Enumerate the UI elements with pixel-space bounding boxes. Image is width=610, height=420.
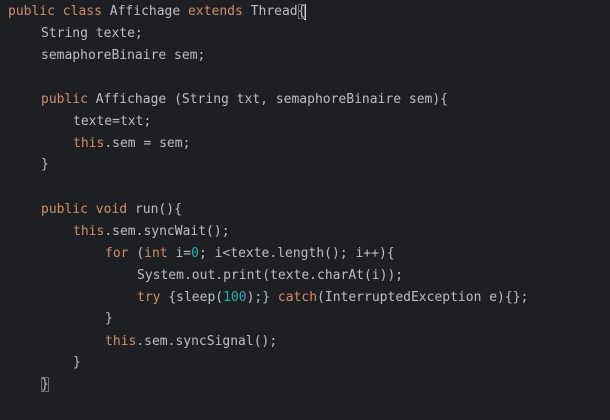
- code-text: ; i<texte.length(); i++){: [198, 246, 395, 261]
- keyword: public: [8, 4, 55, 19]
- code-line-12[interactable]: for (int i=0; i<texte.length(); i++){: [105, 243, 395, 265]
- class-name: Affichage: [109, 4, 181, 19]
- code-line-1[interactable]: public class Affichage extends Thread{: [8, 1, 307, 23]
- keyword: this: [105, 334, 137, 349]
- code-text: run(){: [134, 202, 182, 217]
- keyword: extends: [188, 4, 243, 19]
- keyword: public: [41, 202, 88, 217]
- keyword: this: [73, 224, 105, 239]
- code-text: );}: [246, 290, 271, 305]
- keyword: try: [137, 290, 161, 305]
- code-text: }: [41, 157, 49, 172]
- code-text: .sem.syncWait();: [104, 224, 230, 239]
- code-line-5[interactable]: public Affichage (String txt, semaphoreB…: [41, 89, 448, 111]
- number-literal: 100: [223, 290, 247, 305]
- code-text: (: [136, 246, 145, 261]
- text-caret: [304, 3, 307, 20]
- code-line-15[interactable]: }: [105, 308, 113, 330]
- code-line-14[interactable]: try {sleep(100);} catch(InterruptedExcep…: [137, 287, 528, 309]
- code-line-2[interactable]: String texte;: [41, 23, 143, 45]
- keyword: this: [73, 136, 105, 151]
- code-text: (InterruptedException e){};: [317, 290, 529, 305]
- code-text: i=: [175, 246, 192, 261]
- code-text: System.out.print(texte.charAt(i));: [137, 268, 404, 283]
- code-line-10[interactable]: public void run(){: [41, 199, 182, 221]
- code-text: .sem = sem;: [104, 136, 191, 151]
- code-text: {sleep(: [168, 290, 224, 305]
- keyword: public: [41, 92, 88, 107]
- keyword: void: [95, 202, 128, 217]
- number-literal: 0: [191, 246, 199, 261]
- code-line-3[interactable]: semaphoreBinaire sem;: [41, 45, 205, 67]
- matched-brace: }: [41, 377, 49, 392]
- code-line-16[interactable]: this.sem.syncSignal();: [105, 331, 277, 353]
- code-line-7[interactable]: this.sem = sem;: [73, 133, 190, 155]
- parent-class: Thread: [250, 4, 298, 19]
- keyword: catch: [277, 290, 318, 305]
- code-text: .sem.syncSignal();: [136, 334, 278, 349]
- code-text: texte=txt;: [73, 114, 152, 129]
- code-text: String texte;: [41, 26, 143, 41]
- keyword: class: [62, 4, 102, 19]
- code-text: semaphoreBinaire sem;: [41, 48, 206, 63]
- code-text: }: [105, 311, 113, 326]
- keyword: for: [105, 246, 129, 261]
- keyword: int: [144, 246, 168, 261]
- code-text: Affichage (String txt, semaphoreBinaire …: [95, 92, 448, 107]
- code-line-13[interactable]: System.out.print(texte.charAt(i));: [137, 265, 403, 287]
- code-text: }: [73, 355, 81, 370]
- code-line-17[interactable]: }: [73, 352, 81, 374]
- code-editor[interactable]: public class Affichage extends Thread{ S…: [0, 0, 610, 420]
- code-line-6[interactable]: texte=txt;: [73, 111, 151, 133]
- code-line-18[interactable]: }: [41, 374, 49, 396]
- code-line-8[interactable]: }: [41, 154, 49, 176]
- code-line-11[interactable]: this.sem.syncWait();: [73, 221, 230, 243]
